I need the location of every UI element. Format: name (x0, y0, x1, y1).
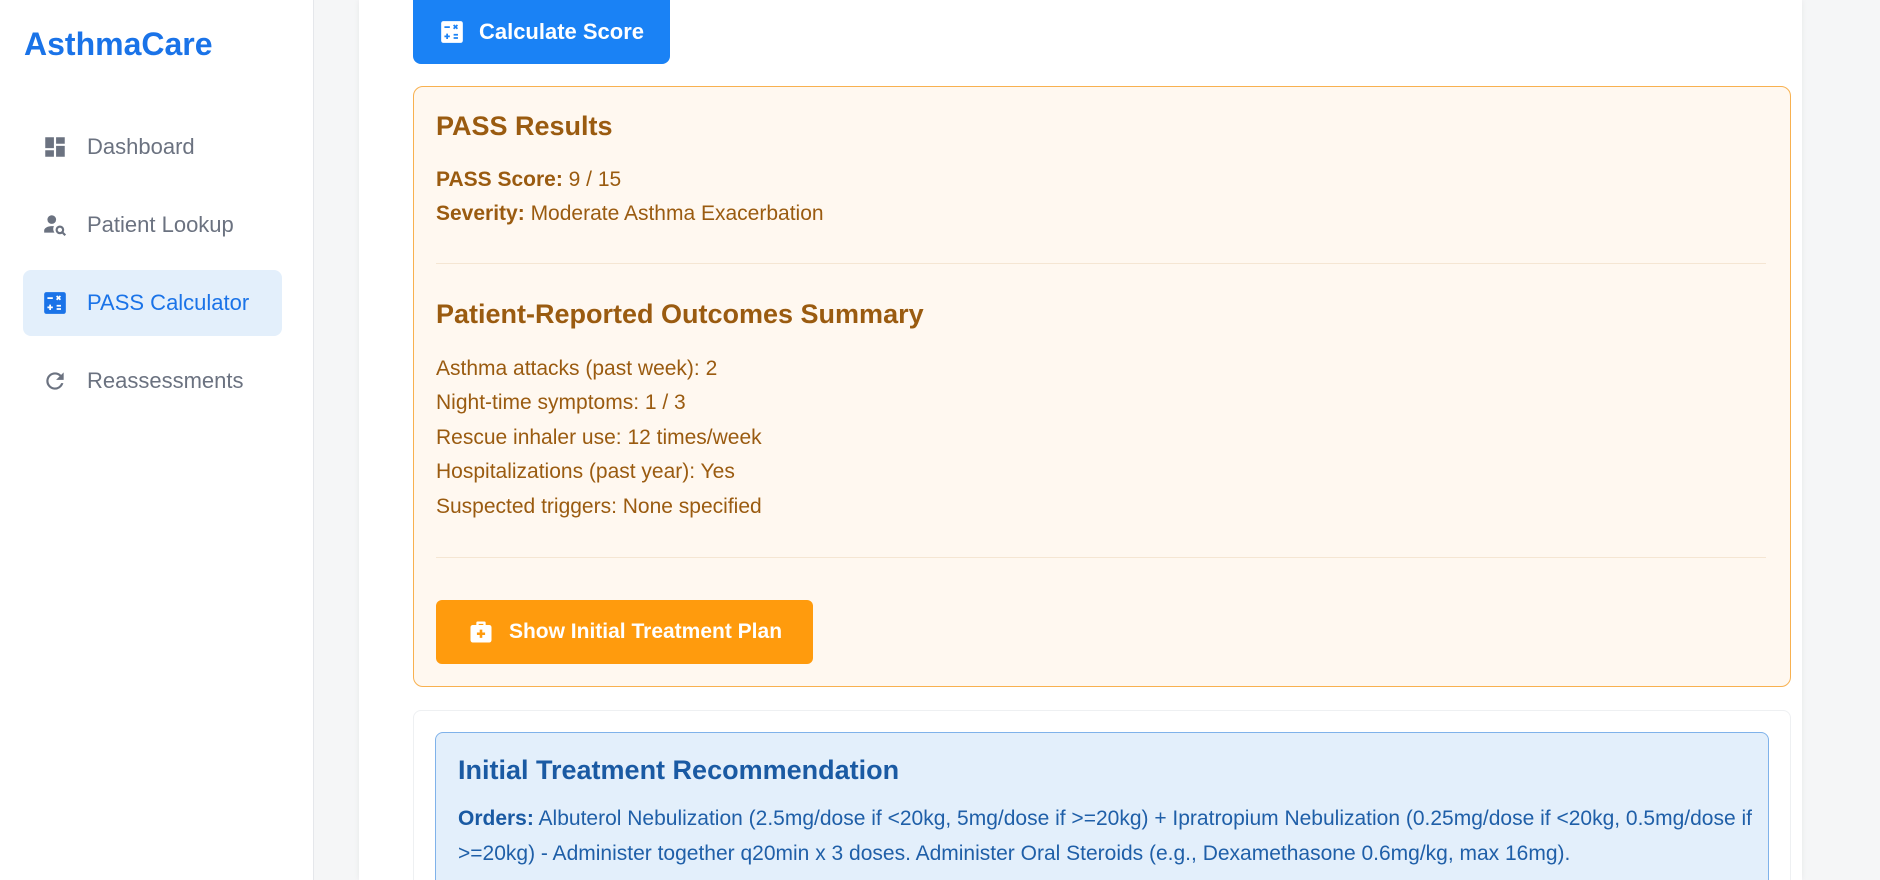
dashboard-icon (41, 133, 69, 161)
pro-line: Hospitalizations (past year): Yes (436, 460, 735, 483)
refresh-icon (41, 367, 69, 395)
severity: Severity: Moderate Asthma Exacerbation (436, 202, 824, 226)
treatment-recommendation-panel: Initial Treatment Recommendation Orders:… (435, 732, 1769, 880)
show-treatment-plan-label: Show Initial Treatment Plan (508, 620, 783, 643)
recommendation-title: Initial Treatment Recommendation (458, 755, 900, 785)
sidebar: AsthmaCare Dashboard Patient Lookup PASS… (0, 0, 314, 880)
calculator-icon (441, 21, 463, 43)
orders-label: Orders: (458, 807, 534, 830)
brand-logo[interactable]: AsthmaCare (24, 26, 213, 63)
person-search-icon (41, 211, 69, 239)
sidebar-item-label: PASS Calculator (87, 290, 250, 315)
sidebar-item-label: Dashboard (87, 134, 195, 159)
sidebar-item-reassessments[interactable]: Reassessments (23, 348, 282, 414)
sidebar-item-patient-lookup[interactable]: Patient Lookup (23, 192, 282, 258)
divider (436, 557, 1766, 558)
show-treatment-plan-button[interactable]: Show Initial Treatment Plan (436, 600, 813, 664)
pro-line: Rescue inhaler use: 12 times/week (436, 426, 762, 449)
calculator-icon (41, 289, 69, 317)
pass-results-title: PASS Results (436, 111, 613, 141)
calculate-score-button[interactable]: Calculate Score (413, 0, 670, 64)
pro-summary-title: Patient-Reported Outcomes Summary (436, 299, 924, 329)
orders-text: Albuterol Nebulization (2.5mg/dose if <2… (458, 807, 1752, 865)
sidebar-nav: Dashboard Patient Lookup PASS Calculator… (23, 114, 282, 426)
recommendation-orders: Orders: Albuterol Nebulization (2.5mg/do… (458, 801, 1758, 871)
pro-line: Night-time symptoms: 1 / 3 (436, 391, 686, 414)
sidebar-item-label: Reassessments (87, 368, 244, 393)
calculate-score-label: Calculate Score (478, 19, 645, 44)
sidebar-item-pass-calculator[interactable]: PASS Calculator (23, 270, 282, 336)
severity-value: Moderate Asthma Exacerbation (530, 202, 824, 225)
pass-score: PASS Score: 9 / 15 (436, 168, 621, 192)
severity-label: Severity: (436, 202, 525, 225)
pass-score-label: PASS Score: (436, 168, 563, 191)
sidebar-item-dashboard[interactable]: Dashboard (23, 114, 282, 180)
pass-score-value: 9 / 15 (568, 168, 622, 191)
pro-line: Suspected triggers: None specified (436, 495, 762, 518)
pro-line: Asthma attacks (past week): 2 (436, 357, 718, 380)
divider (436, 263, 1766, 264)
medical-bag-icon (470, 621, 492, 643)
pass-results-panel: PASS Results PASS Score: 9 / 15 Severity… (413, 86, 1791, 687)
sidebar-item-label: Patient Lookup (87, 212, 234, 237)
